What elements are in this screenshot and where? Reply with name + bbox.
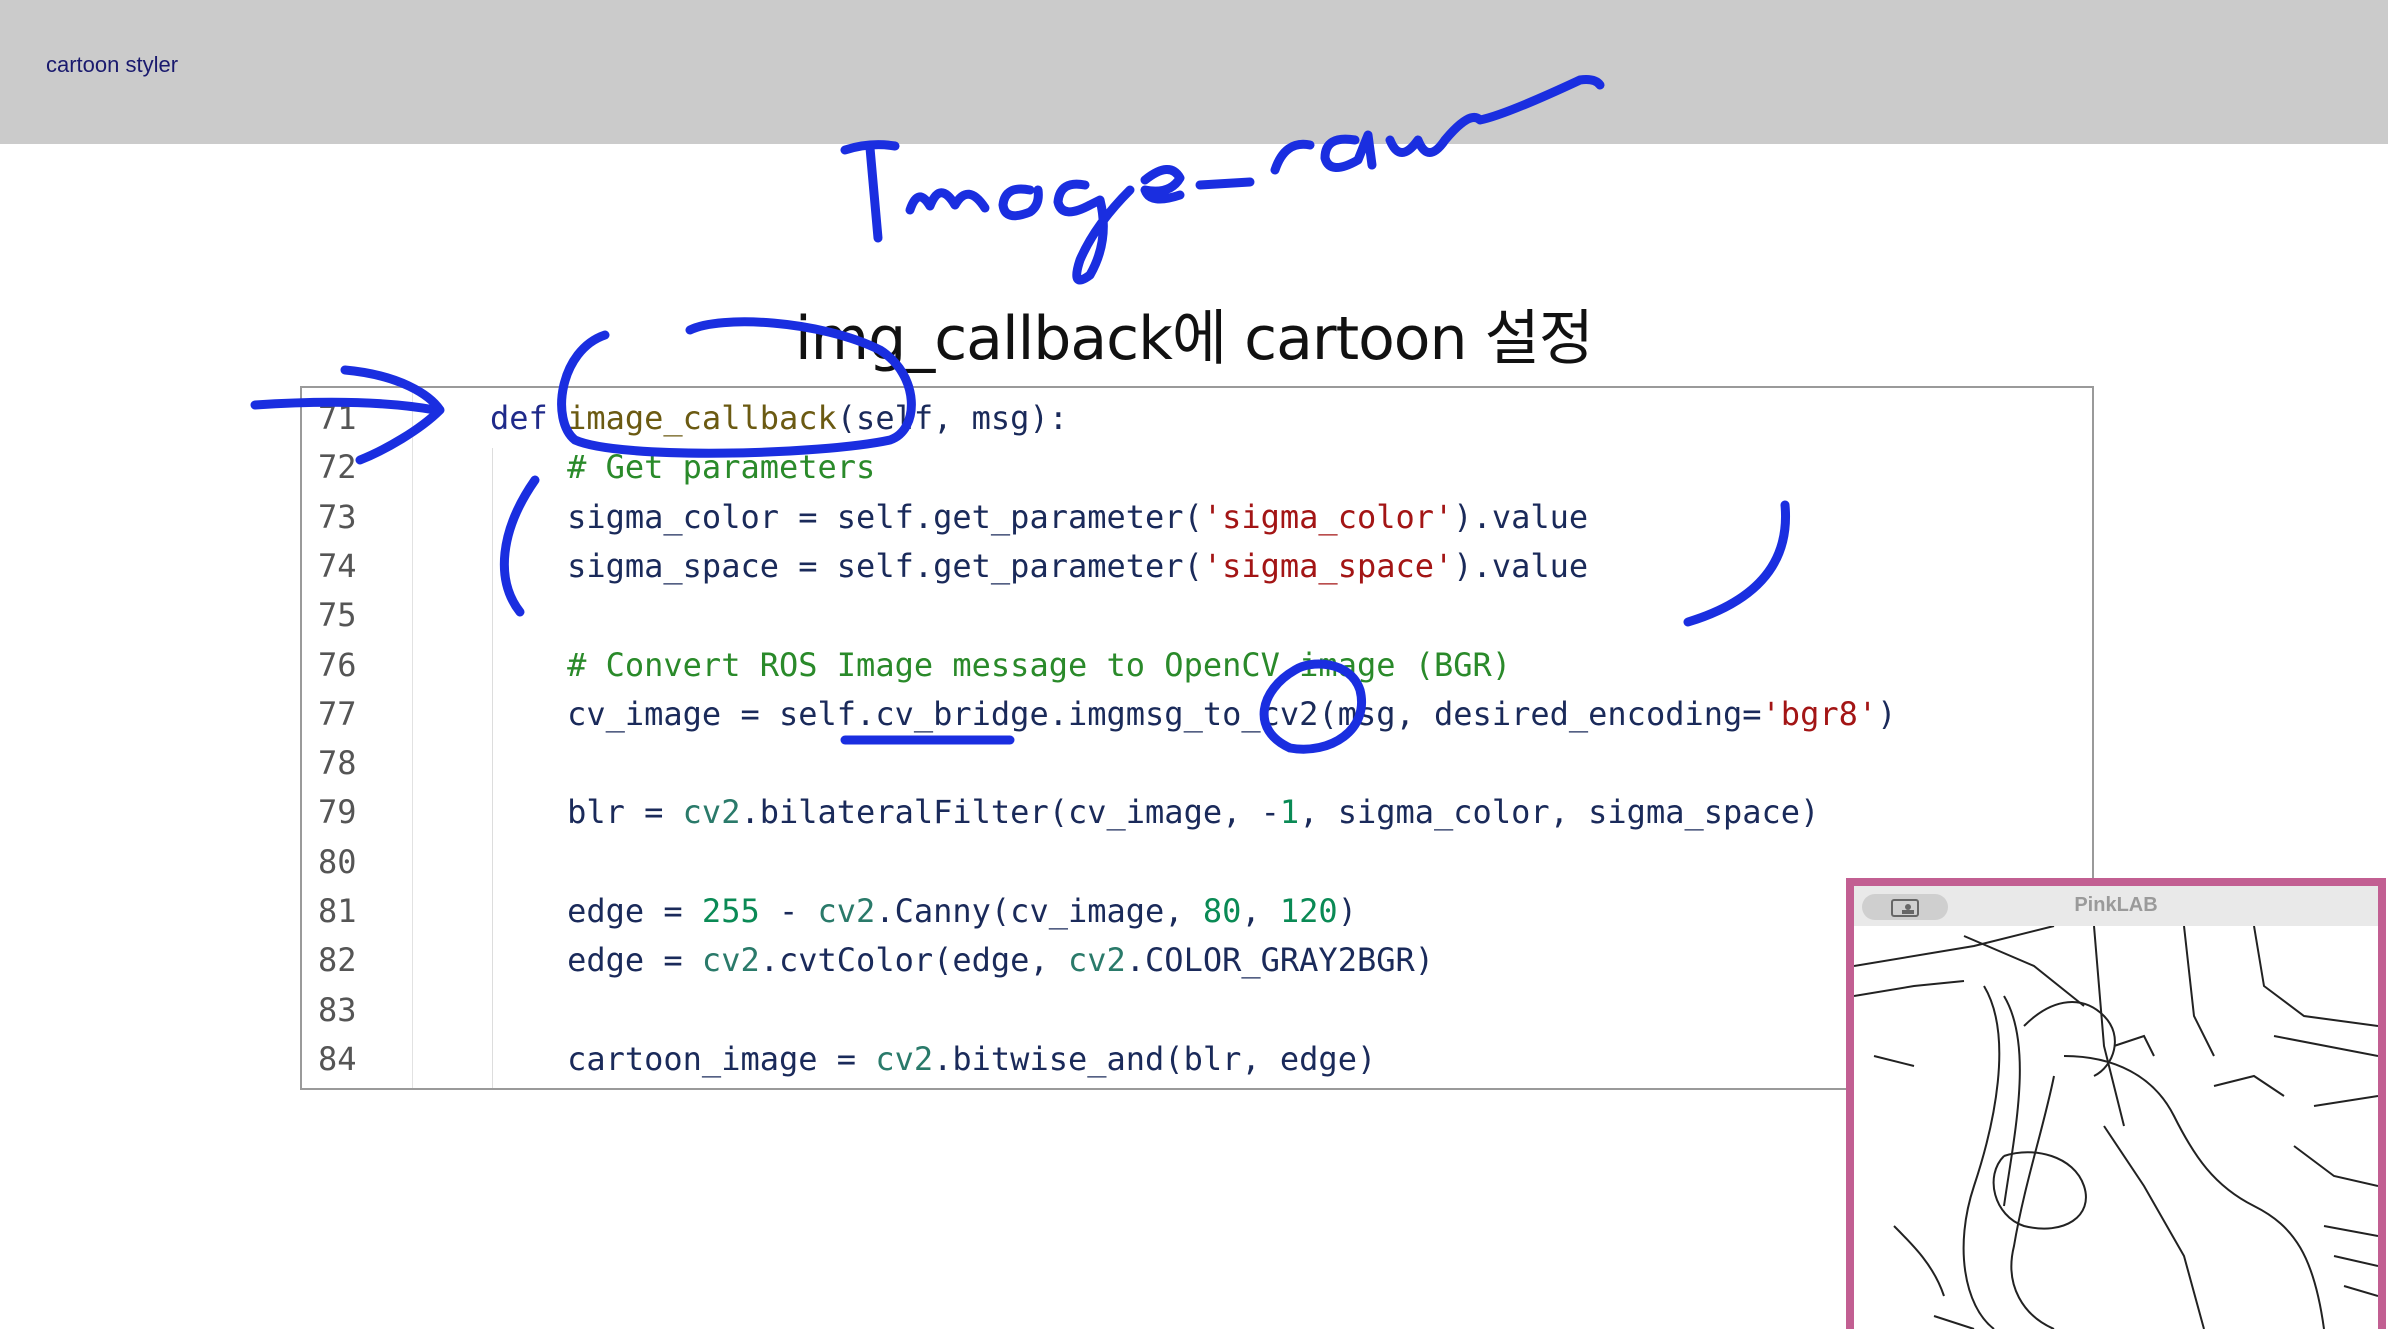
code-token: ) [1337,892,1357,930]
code-text: edge = cv2.cvtColor(edge, cv2.COLOR_GRAY… [490,936,1434,985]
code-token: cv2 [701,941,760,980]
code-line: 77 cv_image = self.cv_bridge.imgmsg_to_c… [302,690,2092,739]
code-token: edge = [490,941,702,980]
code-token: 80 [1202,892,1242,930]
camera-preview-window[interactable]: PinkLAB [1846,878,2386,1329]
code-token: - [759,892,818,930]
code-token: cv2 [817,892,876,930]
code-text: def image_callback(self, msg): [490,394,1068,443]
code-token: , sigma_color, sigma_space) [1299,793,1820,832]
code-text: # Convert ROS Image message to OpenCV im… [490,641,1511,690]
code-line: 75 [302,591,2092,640]
code-block: 71 def image_callback(self, msg): 72 # Get… [300,386,2094,1090]
line-number: 76 [318,645,357,684]
code-text: cv_image = self.cv_bridge.imgmsg_to_cv2(… [490,690,1896,739]
code-token: sigma_color = self.get_parameter( [490,497,1203,536]
code-token: sigma_space = self.get_parameter( [490,546,1203,585]
line-number: 79 [318,793,357,832]
code-line: 83 [302,986,2092,1035]
code-token: ).value [1453,497,1589,536]
code-line: 78 [302,739,2092,788]
code-token: .COLOR_GRAY2BGR) [1125,941,1435,980]
line-number: 74 [318,546,357,585]
code-line: 74 sigma_space = self.get_parameter('sig… [302,542,2092,591]
code-token: .bilateralFilter(cv_image, - [740,793,1280,832]
top-bar: cartoon styler [0,0,2388,144]
line-number: 80 [318,842,357,881]
code-token: def [490,399,568,437]
line-number: 81 [318,892,357,930]
code-text: blr = cv2.bilateralFilter(cv_image, -1, … [490,788,1819,837]
code-token: ) [1877,694,1897,733]
code-text: sigma_color = self.get_parameter('sigma_… [490,493,1588,542]
code-line: 84 cartoon_image = cv2.bitwise_and(blr, … [302,1035,2092,1084]
code-line: 71 def image_callback(self, msg): [302,394,2092,443]
code-token: edge = [490,892,702,930]
code-token: .Canny(cv_image, [875,892,1203,930]
line-number: 72 [318,448,357,487]
preview-title-bar[interactable]: PinkLAB [1854,886,2378,926]
code-token: image_callback [567,399,837,437]
line-number: 78 [318,744,357,783]
code-line: 80 [302,838,2092,887]
code-line: 82 edge = cv2.cvtColor(edge, cv2.COLOR_G… [302,936,2092,985]
code-token: cartoon_image = [490,1039,876,1078]
code-token: blr = [490,793,683,832]
code-token: 120 [1279,892,1338,930]
slide-title: img_callback에 cartoon 설정 [794,304,1594,374]
code-line: 72 # Get parameters [302,443,2092,492]
line-number: 71 [318,399,357,437]
code-text: # Get parameters [490,443,875,492]
tab-label: cartoon styler [46,52,179,77]
code-token: cv_image = self.cv_bridge.imgmsg_to_cv2(… [490,694,1762,733]
code-line: 76 # Convert ROS Image message to OpenCV… [302,641,2092,690]
code-token: 'bgr8' [1761,694,1878,733]
code-token: ).value [1453,546,1589,585]
code-token: # Get parameters [490,448,876,487]
cartoon-output-image [1854,926,2378,1329]
code-token: .bitwise_and(blr, edge) [933,1039,1377,1078]
line-number: 84 [318,1039,357,1078]
line-number: 75 [318,596,357,635]
code-token: 'sigma_space' [1202,546,1454,585]
code-token: (self, msg): [836,399,1068,437]
code-line: 73 sigma_color = self.get_parameter('sig… [302,493,2092,542]
preview-title: PinkLAB [2074,894,2158,916]
code-token: cv2 [875,1039,934,1078]
line-number: 82 [318,941,357,980]
code-line: 79 blr = cv2.bilateralFilter(cv_image, -… [302,788,2092,837]
code-text: cartoon_image = cv2.bitwise_and(blr, edg… [490,1035,1376,1084]
line-number: 83 [318,990,357,1029]
code-token: , [1241,892,1280,930]
code-token: 'sigma_color' [1202,497,1454,536]
code-token: cv2 [1067,941,1126,980]
code-text: sigma_space = self.get_parameter('sigma_… [490,542,1588,591]
code-line: 81 edge = 255 - cv2.Canny(cv_image, 80, … [302,887,2092,936]
code-token: .cvtColor(edge, [759,941,1068,980]
code-token: 255 [701,892,760,930]
code-token: cv2 [682,793,741,832]
code-token: 1 [1279,793,1300,832]
code-token: # Convert ROS Image message to OpenCV im… [490,645,1512,684]
line-number: 73 [318,497,357,536]
code-text: edge = 255 - cv2.Canny(cv_image, 80, 120… [490,887,1357,936]
line-number: 77 [318,694,357,733]
